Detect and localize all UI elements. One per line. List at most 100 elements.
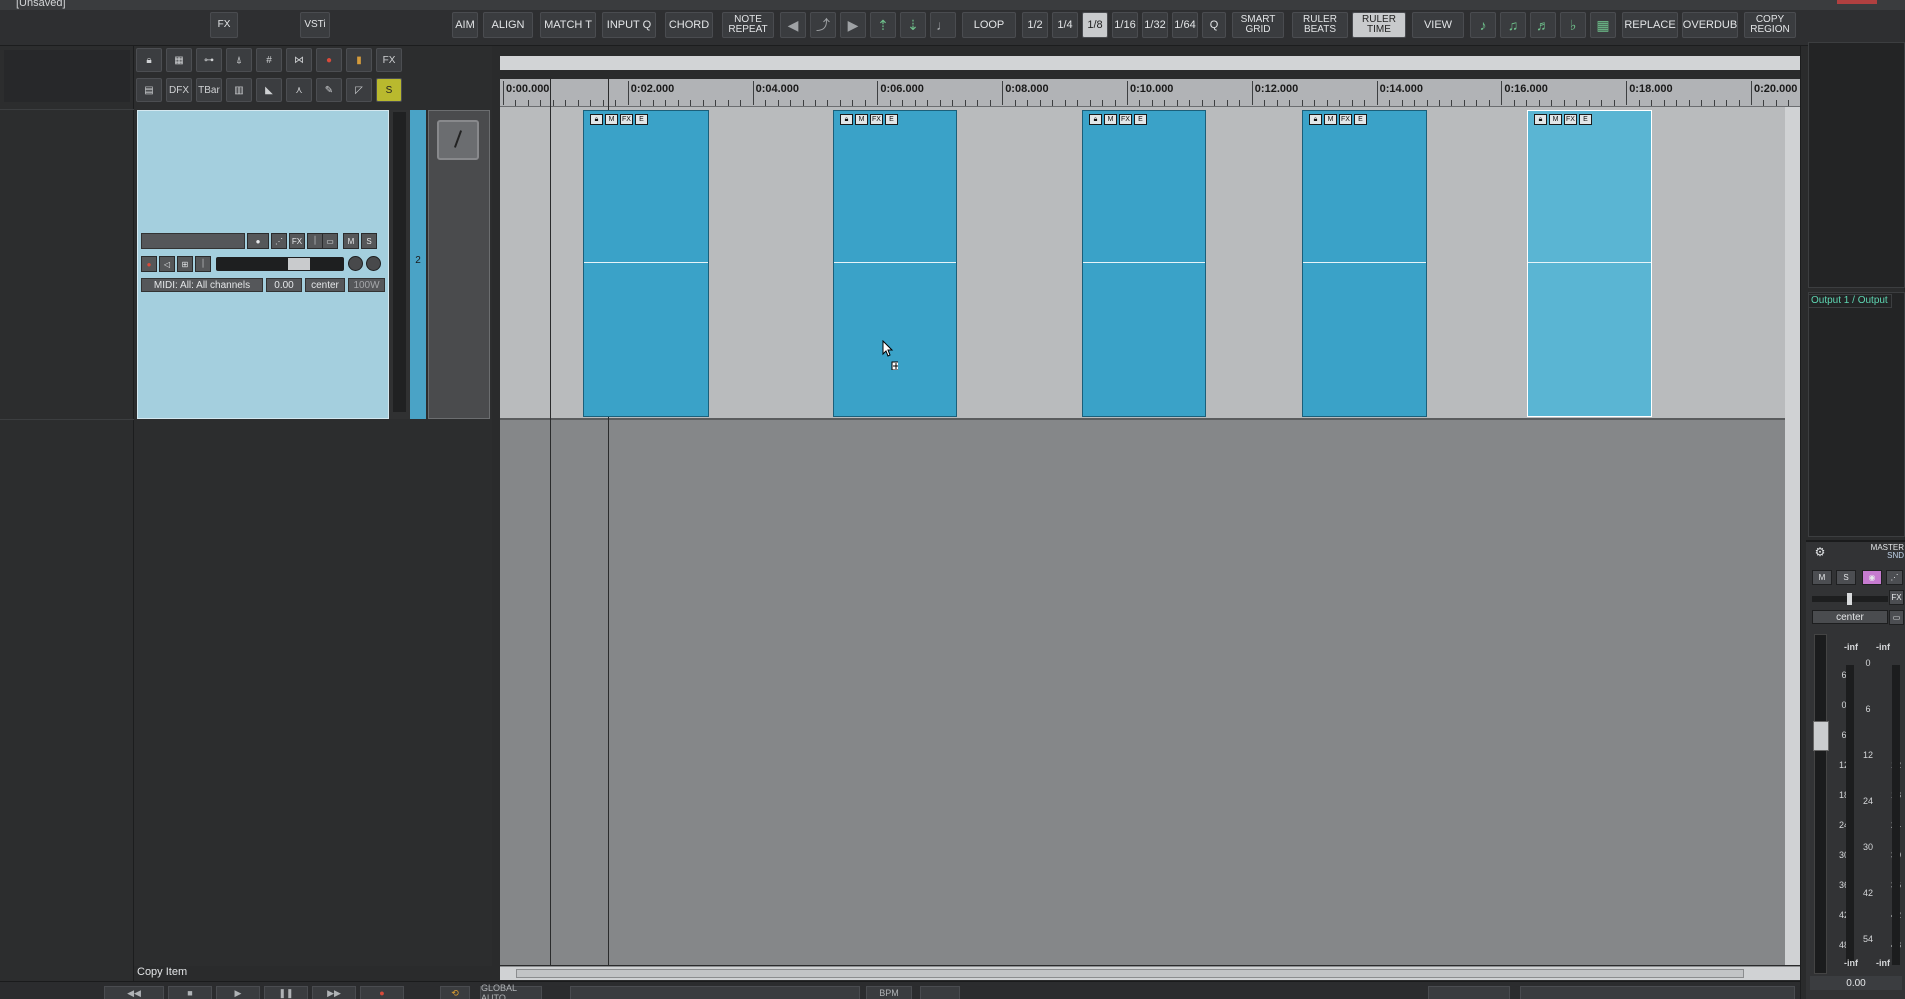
record-icon[interactable]: ● xyxy=(316,48,342,72)
track-name-field[interactable] xyxy=(141,233,245,249)
time-signature-field[interactable] xyxy=(920,986,960,999)
track-input-field[interactable]: MIDI: All: All channels xyxy=(141,278,263,292)
media-item[interactable]: 🔒︎ M FX E xyxy=(833,110,957,417)
next-icon[interactable]: ▶ xyxy=(840,12,866,38)
item-mute-tag[interactable]: M xyxy=(1549,114,1562,125)
fx-bypass-icon[interactable]: FX xyxy=(376,48,402,72)
media-item[interactable]: 🔒︎ M FX E xyxy=(1302,110,1427,417)
ripple-icon[interactable]: ⋈ xyxy=(286,48,312,72)
master-pan-slider[interactable] xyxy=(1812,593,1888,605)
close-indicator[interactable] xyxy=(1837,0,1877,4)
lock-icon[interactable]: 🔒︎ xyxy=(136,48,162,72)
master-solo-button[interactable]: S xyxy=(1836,570,1856,585)
envelope-icon[interactable]: ◣ xyxy=(256,78,282,102)
nudge-icon[interactable]: ⤴ xyxy=(810,12,836,38)
vsti-button[interactable]: VSTi xyxy=(300,12,330,38)
match-t-button[interactable]: MATCH T xyxy=(540,12,596,38)
quantize-button[interactable]: Q xyxy=(1202,12,1226,38)
color-icon[interactable]: ▮ xyxy=(346,48,372,72)
grid-half-button[interactable]: 1/2 xyxy=(1022,12,1048,38)
io-icon[interactable]: ▭ xyxy=(322,233,338,249)
forward-icon[interactable]: ▶▶ xyxy=(312,986,356,999)
loop-button[interactable]: LOOP xyxy=(962,12,1016,38)
fx-button[interactable]: FX xyxy=(210,12,238,38)
item-envelope-tag[interactable]: E xyxy=(1354,114,1367,125)
mute-button[interactable]: M xyxy=(343,233,359,249)
ruler-time-button[interactable]: RULER TIME xyxy=(1352,12,1406,38)
track-volume-field[interactable]: 0.00 xyxy=(266,278,302,292)
loop-icon[interactable]: ⟲ xyxy=(440,986,470,999)
rec-mode-icon[interactable]: ⊞ xyxy=(177,256,193,272)
item-mute-tag[interactable]: M xyxy=(605,114,618,125)
master-phase-icon[interactable]: ◉ xyxy=(1862,570,1882,585)
track-width-field[interactable]: 100W xyxy=(348,278,385,292)
scrollbar-thumb[interactable] xyxy=(516,969,1744,978)
fx-list-panel[interactable] xyxy=(1808,42,1905,288)
lock-icon[interactable]: 🔒︎ xyxy=(1089,114,1102,125)
grid-eighth-button[interactable]: 1/8 xyxy=(1082,12,1108,38)
slider-thumb[interactable] xyxy=(288,258,310,270)
record-icon[interactable]: ● xyxy=(141,256,157,272)
grid-sixteenth-button[interactable]: 1/16 xyxy=(1112,12,1138,38)
track-pan-field[interactable]: center xyxy=(305,278,345,292)
grid-icon[interactable]: ▦ xyxy=(166,48,192,72)
phase-icon[interactable]: ⏐ xyxy=(307,233,323,249)
grid-64th-button[interactable]: 1/64 xyxy=(1172,12,1198,38)
media-item[interactable]: 🔒︎ M FX E xyxy=(1527,110,1652,417)
aim-button[interactable]: AIM xyxy=(452,12,478,38)
item-mute-tag[interactable]: M xyxy=(855,114,868,125)
item-mute-tag[interactable]: M xyxy=(1104,114,1117,125)
lock-icon[interactable]: 🔒︎ xyxy=(840,114,853,125)
dfx-button[interactable]: DFX xyxy=(166,78,192,102)
input-q-button[interactable]: INPUT Q xyxy=(602,12,656,38)
bpm-label[interactable]: BPM xyxy=(866,986,912,999)
smart-grid-button[interactable]: SMART GRID xyxy=(1232,12,1284,38)
fx-button[interactable]: FX xyxy=(289,233,305,249)
align-button[interactable]: ALIGN xyxy=(483,12,533,38)
note-repeat-button[interactable]: NOTE REPEAT xyxy=(722,12,774,38)
note-icon[interactable]: ♩ xyxy=(930,12,956,38)
edit-icon[interactable]: ✎ xyxy=(316,78,342,102)
pause-icon[interactable]: ❚❚ xyxy=(264,986,308,999)
item-fx-tag[interactable]: FX xyxy=(1564,114,1577,125)
snap-grid-icon[interactable]: # xyxy=(256,48,282,72)
media-item[interactable]: 🔒︎ M FX E xyxy=(1082,110,1206,417)
horizontal-scrollbar[interactable] xyxy=(500,966,1800,980)
item-envelope-tag[interactable]: E xyxy=(1579,114,1592,125)
pan-knob[interactable] xyxy=(1847,593,1852,605)
record-arm-icon[interactable]: ● xyxy=(247,233,269,249)
master-pan-field[interactable]: center xyxy=(1812,610,1888,624)
phase-icon[interactable]: ⏐ xyxy=(195,256,211,272)
stop-icon[interactable]: ■ xyxy=(168,986,212,999)
layout-icon[interactable]: ▥ xyxy=(226,78,252,102)
global-auto-button[interactable]: GLOBAL AUTO xyxy=(480,983,542,999)
item-envelope-tag[interactable]: E xyxy=(635,114,648,125)
automation-icon[interactable]: ⋏ xyxy=(286,78,312,102)
rewind-icon[interactable]: ◀◀ xyxy=(104,986,164,999)
item-mute-tag[interactable]: M xyxy=(1324,114,1337,125)
eraser-icon[interactable]: ◸ xyxy=(346,78,372,102)
timeline-ruler[interactable]: 0:00.000 0:02.000 0:04.000 0:06.000 0:08.000… xyxy=(500,79,1800,107)
master-io-icon[interactable]: ▭ xyxy=(1889,610,1904,625)
lock-icon[interactable]: 🔒︎ xyxy=(1534,114,1547,125)
fader-cap[interactable] xyxy=(1813,721,1829,751)
master-envelope-icon[interactable]: ⋰ xyxy=(1886,570,1903,585)
note-up-icon[interactable]: ♪ xyxy=(1470,12,1496,38)
insert-down-icon[interactable]: ⇣ xyxy=(900,12,926,38)
record-icon[interactable]: ● xyxy=(360,986,404,999)
prev-icon[interactable]: ◀ xyxy=(780,12,806,38)
note-down-icon[interactable]: ♫ xyxy=(1500,12,1526,38)
chord-button[interactable]: CHORD xyxy=(665,12,713,38)
vertical-scrollbar[interactable] xyxy=(1785,107,1800,965)
solo-badge[interactable]: S xyxy=(376,78,402,102)
volume-knob-icon[interactable] xyxy=(348,256,363,271)
folder-icon[interactable]: ▤ xyxy=(136,78,162,102)
overdub-button[interactable]: OVERDUB xyxy=(1682,12,1738,38)
tbar-button[interactable]: TBar xyxy=(196,78,222,102)
replace-button[interactable]: REPLACE xyxy=(1622,12,1678,38)
selection-info-field[interactable] xyxy=(1520,986,1795,999)
master-mute-button[interactable]: M xyxy=(1812,570,1832,585)
master-fx-button[interactable]: FX xyxy=(1889,590,1904,605)
monitor-icon[interactable]: ◁ xyxy=(159,256,175,272)
item-envelope-tag[interactable]: E xyxy=(885,114,898,125)
